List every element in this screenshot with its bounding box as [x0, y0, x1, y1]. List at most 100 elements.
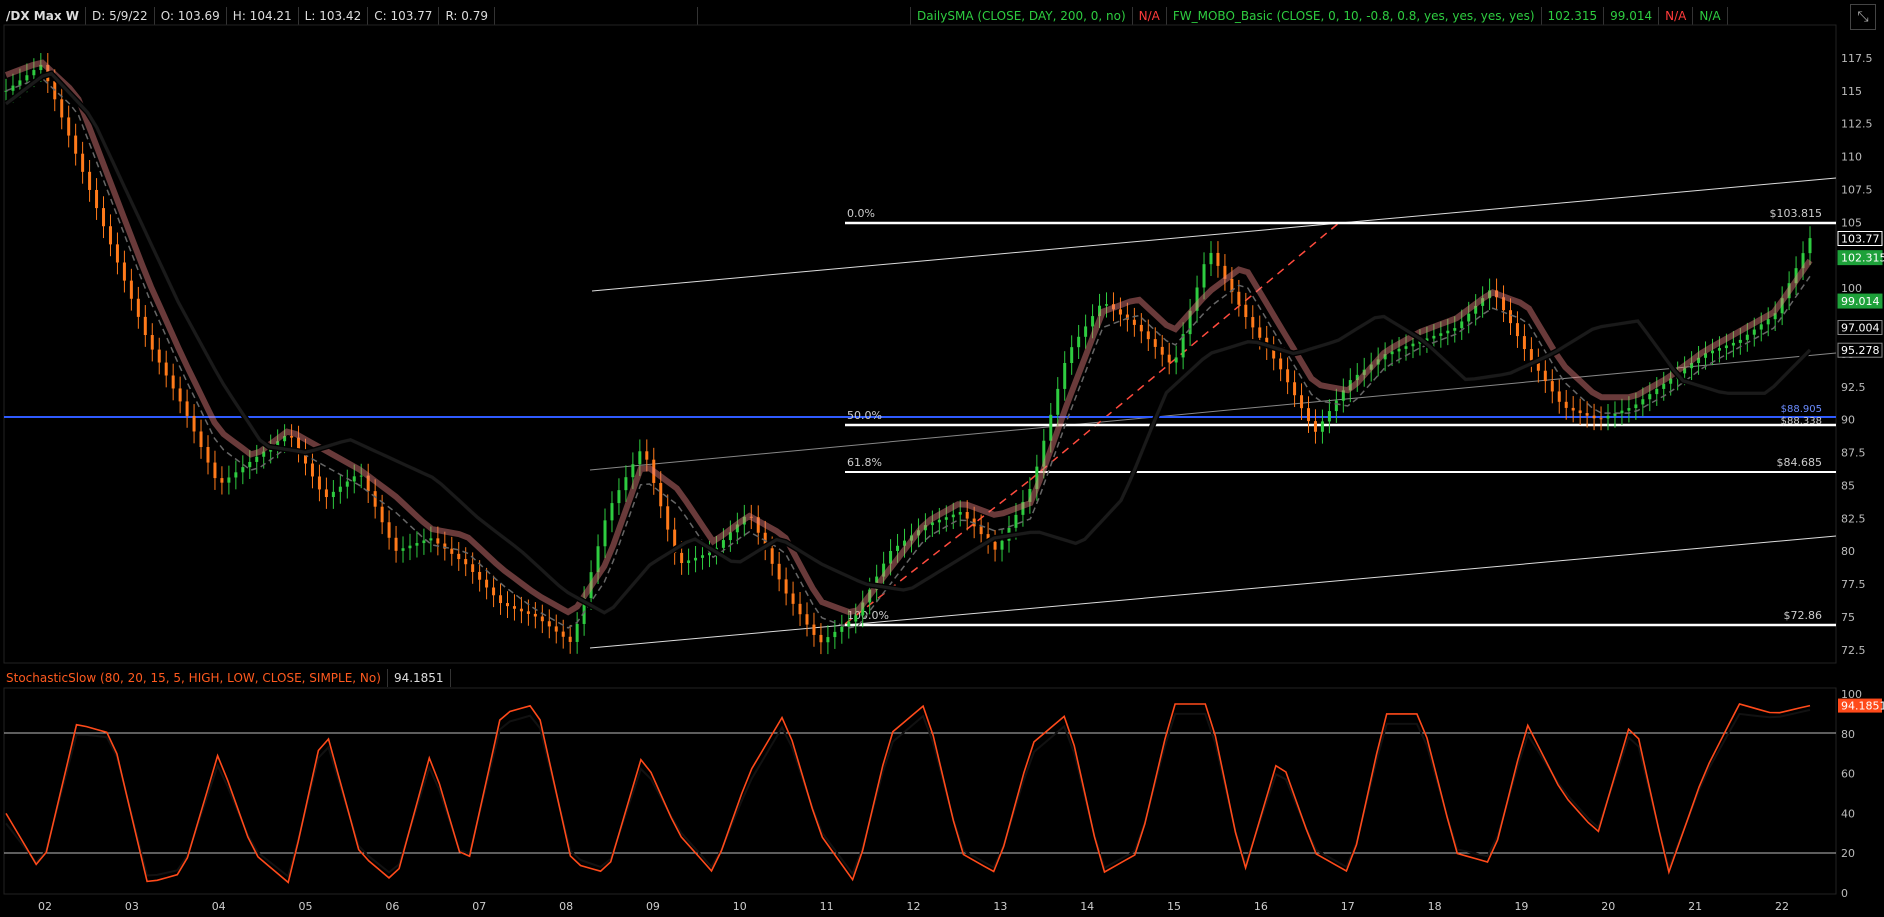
candle-body: [770, 548, 774, 564]
candle-body: [11, 85, 15, 91]
candle-body: [1641, 399, 1645, 405]
candle-body: [819, 634, 823, 643]
candle-body: [798, 603, 802, 615]
fib-price-50: $88.338: [1781, 416, 1822, 427]
candle-body: [1557, 391, 1561, 402]
candle-body: [1634, 404, 1638, 409]
candle-body: [115, 244, 119, 263]
candle-body: [617, 490, 621, 504]
stoch-tick-label: 40: [1841, 807, 1855, 820]
candle-body: [547, 621, 551, 627]
candle-body: [1014, 514, 1018, 528]
candle-body: [255, 456, 259, 462]
candle-body: [227, 477, 231, 483]
candle-body: [171, 375, 175, 389]
time-tick-label: 02: [38, 900, 52, 913]
price-tick-label: 115: [1841, 85, 1862, 98]
candle-body: [812, 624, 816, 635]
candle-body: [290, 436, 294, 438]
price-tick-label: 107.5: [1841, 183, 1873, 196]
candle-body: [1146, 331, 1150, 340]
price-tick-label: 105: [1841, 216, 1862, 229]
price-series: [4, 59, 1813, 629]
candle-body: [108, 226, 112, 245]
candle-body: [1397, 348, 1401, 352]
fib-price-0: $103.815: [1770, 207, 1823, 220]
candle-body: [659, 482, 663, 507]
channel-lower-line[interactable]: [589, 535, 1837, 649]
candle-body: [1049, 414, 1053, 441]
candle-body: [317, 476, 321, 490]
time-tick-label: 06: [385, 900, 399, 913]
time-tick-label: 11: [820, 900, 834, 913]
candle-body: [1000, 540, 1004, 550]
candle-body: [645, 451, 649, 460]
candle-body: [1313, 421, 1317, 432]
candle-body: [554, 626, 558, 632]
candle-body: [1320, 421, 1324, 432]
candle-body: [1056, 388, 1060, 415]
candle-body: [1411, 343, 1415, 347]
stoch-tick-label: 20: [1841, 847, 1855, 860]
price-tick-label: 117.5: [1841, 52, 1873, 65]
candle-body: [596, 546, 600, 573]
candle-body: [519, 608, 523, 612]
price-badge-text: 97.004: [1841, 322, 1880, 335]
candle-body: [1606, 415, 1610, 419]
candle-body: [164, 362, 168, 376]
candle-body: [471, 564, 475, 572]
candle-body: [1070, 347, 1074, 364]
price-panel: [3, 24, 1837, 664]
time-tick-label: 10: [733, 900, 747, 913]
candle-body: [102, 208, 106, 227]
price-tick-label: 92.5: [1841, 381, 1866, 394]
price-tick-label: 75: [1841, 611, 1855, 624]
chart-canvas[interactable]: 0.0% 50.0% 61.8% 100.0% $103.815 $88.338…: [0, 0, 1884, 917]
candle-body: [457, 553, 461, 560]
candle-body: [1327, 411, 1331, 422]
time-tick-label: 17: [1341, 900, 1355, 913]
price-badge-text: 99.014: [1841, 295, 1880, 308]
candle-body: [331, 491, 335, 498]
fib-pct-0: 0.0%: [847, 207, 875, 220]
candle-body: [826, 637, 830, 643]
fib-price-618: $84.685: [1777, 456, 1823, 469]
candle-body: [394, 537, 398, 551]
price-tick-label: 87.5: [1841, 447, 1866, 460]
candle-body: [1592, 415, 1596, 419]
candle-body: [1404, 346, 1408, 349]
candle-body: [1648, 394, 1652, 400]
candle-body: [1620, 410, 1624, 414]
candle-body: [1286, 369, 1290, 383]
time-tick-label: 22: [1775, 900, 1789, 913]
price-tick-label: 85: [1841, 479, 1855, 492]
channel-mid-line[interactable]: [589, 352, 1837, 471]
candle-body: [25, 75, 29, 81]
time-tick-label: 13: [993, 900, 1007, 913]
candle-body: [192, 415, 196, 432]
candle-body: [854, 615, 858, 622]
candle-body: [680, 552, 684, 564]
time-tick-label: 21: [1688, 900, 1702, 913]
candle-body: [157, 349, 161, 363]
candle-body: [74, 135, 78, 154]
candle-body: [568, 636, 572, 642]
candle-body: [1432, 335, 1436, 339]
candle-body: [345, 481, 349, 487]
candle-body: [687, 560, 691, 564]
candle-body: [143, 316, 147, 336]
candle-body: [1724, 345, 1728, 349]
candle-body: [185, 401, 189, 416]
candle-body: [1237, 291, 1241, 305]
stochastic-axis: 10080604020094.1851: [1838, 688, 1884, 900]
candle-body: [533, 613, 537, 617]
candle-body: [951, 514, 955, 518]
candle-body: [624, 477, 628, 491]
channel-upper-line[interactable]: [591, 177, 1837, 292]
candle-body: [88, 171, 92, 190]
candle-body: [352, 476, 356, 482]
candle-body: [129, 280, 133, 299]
candle-body: [1627, 408, 1631, 411]
candle-body: [1167, 354, 1171, 363]
price-badge-text: 95.278: [1841, 344, 1880, 357]
